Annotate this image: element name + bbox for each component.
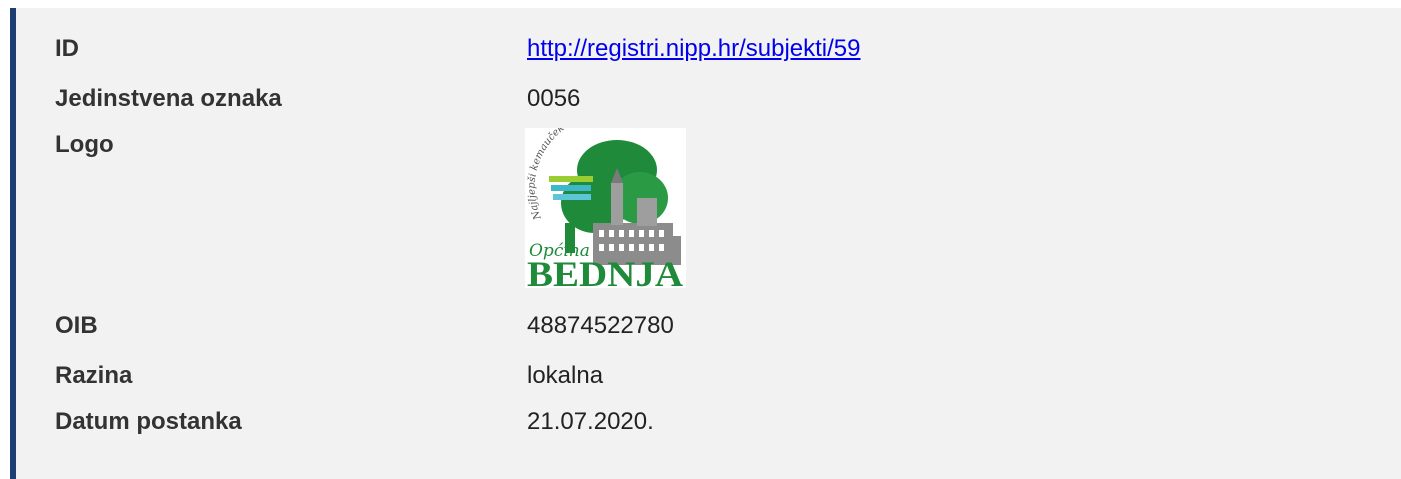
level-label: Razina <box>55 362 133 389</box>
row-logo: Logo <box>16 129 1401 169</box>
date-label: Datum postanka <box>55 408 242 435</box>
row-date: Datum postanka 21.07.2020. <box>16 406 1401 446</box>
row-level: Razina lokalna <box>16 360 1401 400</box>
oib-label: OIB <box>55 312 98 339</box>
id-link[interactable]: http://registri.nipp.hr/subjekti/59 <box>527 35 861 62</box>
row-id: ID http://registri.nipp.hr/subjekti/59 <box>16 33 1401 73</box>
bednja-logo-icon: Najljepši kemauček svieto Bednjo Općina … <box>527 107 683 294</box>
record-panel: ID http://registri.nipp.hr/subjekti/59 J… <box>10 8 1401 479</box>
logo-label: Logo <box>55 131 114 158</box>
level-value: lokalna <box>527 362 604 389</box>
municipality-logo: Najljepši kemauček svieto Bednjo Općina … <box>525 107 686 294</box>
date-value: 21.07.2020. <box>527 408 654 435</box>
code-label: Jedinstvena oznaka <box>55 85 282 112</box>
logo-line2: BEDNJA <box>527 254 683 288</box>
id-label: ID <box>55 35 79 62</box>
row-oib: OIB 48874522780 <box>16 310 1401 350</box>
oib-value: 48874522780 <box>527 312 674 339</box>
id-value: http://registri.nipp.hr/subjekti/59 <box>527 33 861 65</box>
code-value: 0056 <box>527 85 581 112</box>
row-code: Jedinstvena oznaka 0056 <box>16 83 1401 123</box>
